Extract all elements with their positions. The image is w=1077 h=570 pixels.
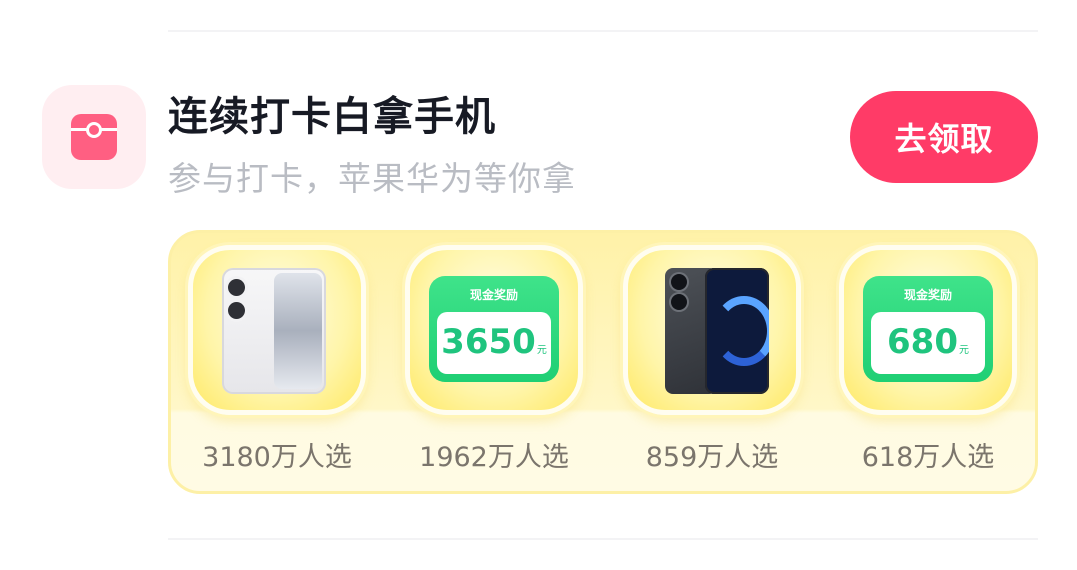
dark-phone-image: [665, 268, 769, 394]
cash-label: 现金奖励: [469, 288, 518, 302]
top-divider: [168, 30, 1038, 32]
reward-tile[interactable]: [623, 245, 801, 415]
reward-item-white-phone[interactable]: 3180万人选: [188, 245, 366, 485]
reward-count: 618万人选: [861, 442, 995, 473]
rewards-panel: 3180万人选 现金奖励 3650 元 1962万人选 859万人选 现金奖励 …: [168, 230, 1038, 494]
cash-amount: 3650: [441, 322, 536, 362]
reward-tile[interactable]: 现金奖励 680 元: [839, 245, 1017, 415]
cash-unit: 元: [536, 345, 547, 356]
reward-count: 3180万人选: [202, 442, 352, 473]
red-envelope-icon: [42, 85, 146, 189]
cash-unit: 元: [958, 345, 969, 356]
task-subtitle: 参与打卡，苹果华为等你拿: [168, 159, 576, 198]
cash-card: 现金奖励 680 元: [863, 276, 993, 382]
cash-amount: 680: [887, 322, 958, 362]
cash-card: 现金奖励 3650 元: [429, 276, 559, 382]
task-title: 连续打卡白拿手机: [168, 94, 496, 140]
reward-tile[interactable]: [188, 245, 366, 415]
reward-count: 859万人选: [645, 442, 779, 473]
reward-item-cash-680[interactable]: 现金奖励 680 元 618万人选: [839, 245, 1017, 485]
white-phone-image: [222, 268, 326, 394]
cash-label: 现金奖励: [903, 288, 952, 302]
bottom-divider: [168, 538, 1038, 540]
reward-count: 1962万人选: [419, 442, 569, 473]
claim-button[interactable]: 去领取: [850, 91, 1038, 183]
reward-item-cash-3650[interactable]: 现金奖励 3650 元 1962万人选: [405, 245, 583, 485]
reward-tile[interactable]: 现金奖励 3650 元: [405, 245, 583, 415]
reward-item-dark-phone[interactable]: 859万人选: [623, 245, 801, 485]
